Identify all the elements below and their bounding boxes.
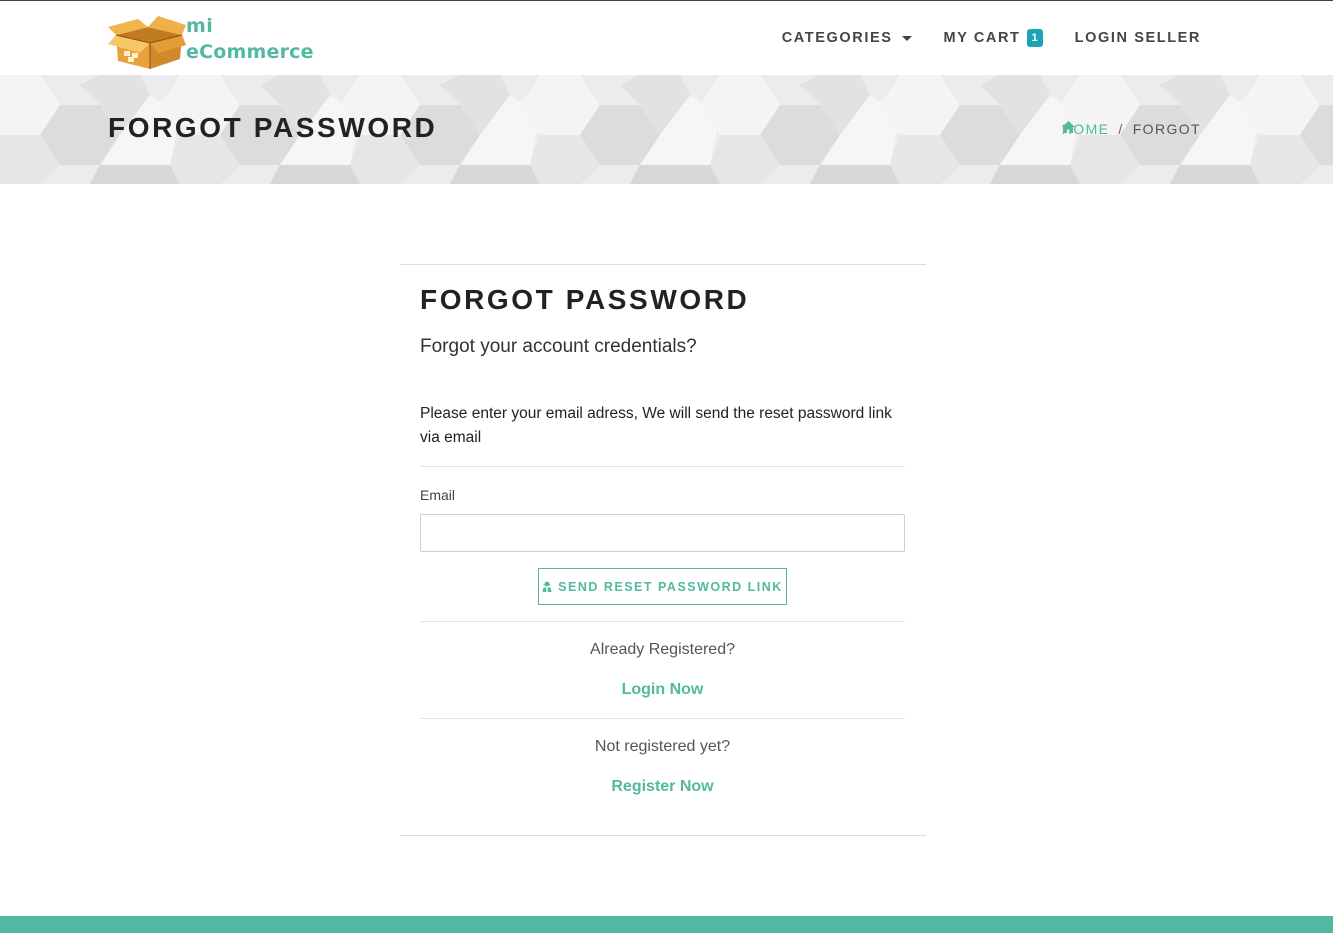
- nav-cart-label: MY CART: [943, 30, 1021, 46]
- card-title: FORGOT PASSWORD: [420, 284, 750, 315]
- user-secret-icon: [542, 581, 552, 592]
- page-banner: FORGOT PASSWORD HOME / FORGOT: [0, 75, 1333, 184]
- login-now-link[interactable]: Login Now: [420, 681, 905, 699]
- box-logo-icon: [108, 16, 186, 69]
- send-reset-link-label: SEND RESET PASSWORD LINK: [558, 579, 783, 594]
- breadcrumb: HOME / FORGOT: [1061, 121, 1201, 137]
- banner-title: FORGOT PASSWORD: [108, 112, 438, 143]
- brand-logo[interactable]: mi eCommerce: [108, 13, 323, 71]
- breadcrumb-separator: /: [1118, 121, 1124, 137]
- home-icon: [1061, 121, 1075, 133]
- caret-down-icon: [901, 35, 912, 41]
- breadcrumb-current: FORGOT: [1132, 121, 1201, 137]
- divider: [420, 621, 905, 622]
- footer-strip: [0, 916, 1333, 933]
- divider: [420, 718, 905, 719]
- register-now-link[interactable]: Register Now: [420, 778, 905, 796]
- breadcrumb-home-link[interactable]: HOME: [1061, 121, 1110, 137]
- not-registered-text: Not registered yet?: [594, 738, 731, 755]
- card-description: Please enter your email adress, We will …: [420, 405, 892, 446]
- brand-name-line1: mi: [186, 15, 214, 37]
- cart-count-badge: 1: [1026, 29, 1043, 47]
- navbar: mi eCommerce CATEGORIES MY CART 1 LOGIN …: [0, 0, 1333, 75]
- main-nav: CATEGORIES MY CART 1 LOGIN SELLER: [750, 29, 1201, 47]
- already-registered-text: Already Registered?: [590, 641, 735, 658]
- nav-my-cart[interactable]: MY CART 1: [944, 29, 1043, 47]
- nav-login-seller-label: LOGIN SELLER: [1074, 30, 1201, 46]
- nav-categories-label: CATEGORIES: [781, 30, 893, 46]
- forgot-password-card: FORGOT PASSWORD Forgot your account cred…: [400, 264, 926, 836]
- card-subtitle: Forgot your account credentials?: [420, 336, 697, 357]
- email-input[interactable]: [420, 514, 905, 552]
- email-label: Email: [420, 487, 456, 503]
- nav-login-seller[interactable]: LOGIN SELLER: [1075, 30, 1201, 46]
- divider: [420, 466, 905, 467]
- send-reset-link-button[interactable]: SEND RESET PASSWORD LINK: [538, 568, 787, 605]
- nav-categories-dropdown[interactable]: CATEGORIES: [782, 30, 912, 46]
- brand-name-line2: eCommerce: [186, 41, 314, 63]
